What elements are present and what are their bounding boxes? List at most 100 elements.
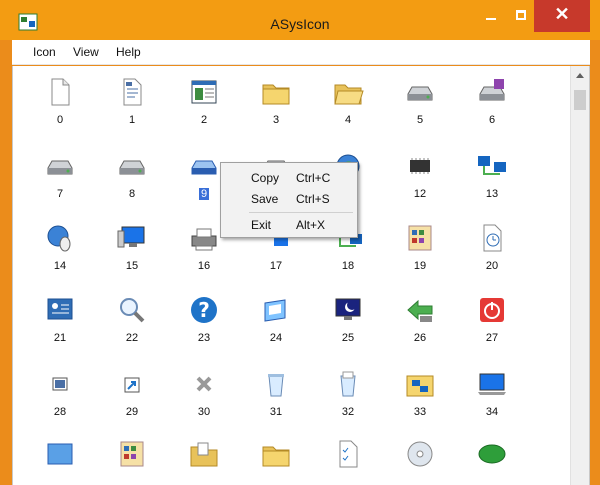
icon-index-label: 15 [125, 260, 139, 272]
settings-panel-icon [47, 298, 73, 320]
icon-index-label: 27 [485, 332, 499, 344]
folder-docs-icon [190, 442, 218, 467]
icon-cell[interactable]: 1 [102, 76, 162, 136]
icon-index-label: 3 [272, 114, 280, 126]
icon-cell[interactable]: 29 [102, 368, 162, 428]
icon-cell[interactable]: 32 [318, 368, 378, 428]
laptop-icon [478, 373, 506, 395]
checklist-icon [339, 440, 358, 468]
close-button[interactable]: ✕ [534, 0, 590, 32]
clock-document-icon [483, 224, 502, 252]
icon-cell[interactable] [174, 438, 234, 485]
icon-cell[interactable]: 26 [390, 294, 450, 354]
drive-icon [47, 160, 73, 175]
small-image-icon [52, 377, 68, 391]
menu-view[interactable]: View [73, 45, 99, 59]
icon-cell[interactable]: 3 [246, 76, 306, 136]
control-panel-icon [408, 225, 432, 251]
icon-index-label: 5 [416, 114, 424, 126]
recycle-bin-full-icon [340, 371, 356, 397]
globe-mouse-icon [47, 225, 71, 252]
minimize-button[interactable] [474, 0, 508, 32]
menu-bar: Icon View Help [12, 40, 590, 65]
icon-index-label: 21 [53, 332, 67, 344]
context-item-save[interactable]: Save Ctrl+S [221, 190, 357, 208]
context-separator [249, 212, 353, 213]
icon-cell[interactable]: 14 [30, 222, 90, 282]
recycle-bin-icon [268, 374, 284, 397]
icon-index-label: 26 [413, 332, 427, 344]
icon-cell[interactable]: 34 [462, 368, 522, 428]
icon-index-label: 13 [485, 188, 499, 200]
icon-index-label: 22 [125, 332, 139, 344]
icon-cell[interactable]: ? 23 [174, 294, 234, 354]
maximize-button[interactable] [508, 0, 534, 32]
icon-index-label: 32 [341, 406, 355, 418]
icon-cell[interactable] [390, 438, 450, 485]
context-item-accel: Ctrl+C [296, 171, 331, 185]
icon-index-label: 23 [197, 332, 211, 344]
icon-cell[interactable]: 13 [462, 150, 522, 210]
icon-index-label: 16 [197, 260, 211, 272]
icon-index-label: 34 [485, 406, 499, 418]
text-document-icon [123, 78, 142, 106]
icon-index-label: 7 [56, 188, 64, 200]
icon-cell[interactable]: 2 [174, 76, 234, 136]
monitor-moon-icon [335, 298, 361, 320]
vertical-scrollbar[interactable] [570, 66, 589, 485]
icon-cell[interactable] [102, 438, 162, 485]
menu-help[interactable]: Help [116, 45, 141, 59]
icon-cell[interactable] [318, 438, 378, 485]
icon-index-label: 31 [269, 406, 283, 418]
icon-cell[interactable]: 15 [102, 222, 162, 282]
folder-open-icon [334, 84, 364, 105]
application-window-icon [191, 80, 217, 104]
help-icon: ? [191, 297, 217, 323]
icon-index-label: 1 [128, 114, 136, 126]
icon-cell[interactable]: 24 [246, 294, 306, 354]
icon-grid[interactable]: 012345678910111213141516171819202122?232… [12, 66, 590, 485]
icon-cell[interactable]: 33 [390, 368, 450, 428]
icon-cell[interactable]: 30 [174, 368, 234, 428]
icon-cell[interactable]: 7 [30, 150, 90, 210]
icon-cell[interactable]: 21 [30, 294, 90, 354]
icon-cell[interactable]: 4 [318, 76, 378, 136]
folder-icon [262, 84, 290, 105]
icon-cell[interactable]: 12 [390, 150, 450, 210]
icon-index-label: 18 [341, 260, 355, 272]
context-menu: Copy Ctrl+C Save Ctrl+S Exit Alt+X [220, 162, 358, 238]
icon-cell[interactable]: 22 [102, 294, 162, 354]
drive-icon [119, 160, 145, 175]
icon-cell[interactable]: 5 [390, 76, 450, 136]
icon-index-label: 0 [56, 114, 64, 126]
icon-index-label: 29 [125, 406, 139, 418]
icon-cell[interactable]: 25 [318, 294, 378, 354]
icon-cell[interactable]: 19 [390, 222, 450, 282]
icon-cell[interactable]: 28 [30, 368, 90, 428]
context-item-label: Exit [251, 218, 272, 232]
icon-cell[interactable]: 31 [246, 368, 306, 428]
icon-index-label: 9 [199, 188, 210, 200]
icon-index-label: 8 [128, 188, 136, 200]
icon-index-label: 14 [53, 260, 67, 272]
title-bar[interactable]: ASysIcon ✕ [0, 0, 600, 40]
icon-cell[interactable] [30, 438, 90, 485]
icon-cell[interactable]: 8 [102, 150, 162, 210]
menu-icon[interactable]: Icon [33, 45, 56, 59]
icon-cell[interactable]: 0 [30, 76, 90, 136]
icon-index-label: 4 [344, 114, 352, 126]
icon-cell[interactable]: 27 [462, 294, 522, 354]
icon-index-label: 20 [485, 260, 499, 272]
context-item-accel: Ctrl+S [296, 192, 330, 206]
context-item-copy[interactable]: Copy Ctrl+C [221, 169, 357, 187]
computer-icon [117, 226, 145, 248]
icon-cell[interactable] [246, 438, 306, 485]
icon-cell[interactable] [462, 438, 522, 485]
icon-cell[interactable]: 20 [462, 222, 522, 282]
scroll-thumb[interactable] [574, 90, 586, 110]
icon-index-label: 2 [200, 114, 208, 126]
context-item-exit[interactable]: Exit Alt+X [221, 216, 357, 234]
scroll-up-arrow-icon[interactable] [576, 73, 584, 78]
icon-index-label: 30 [197, 406, 211, 418]
icon-cell[interactable]: 6 [462, 76, 522, 136]
